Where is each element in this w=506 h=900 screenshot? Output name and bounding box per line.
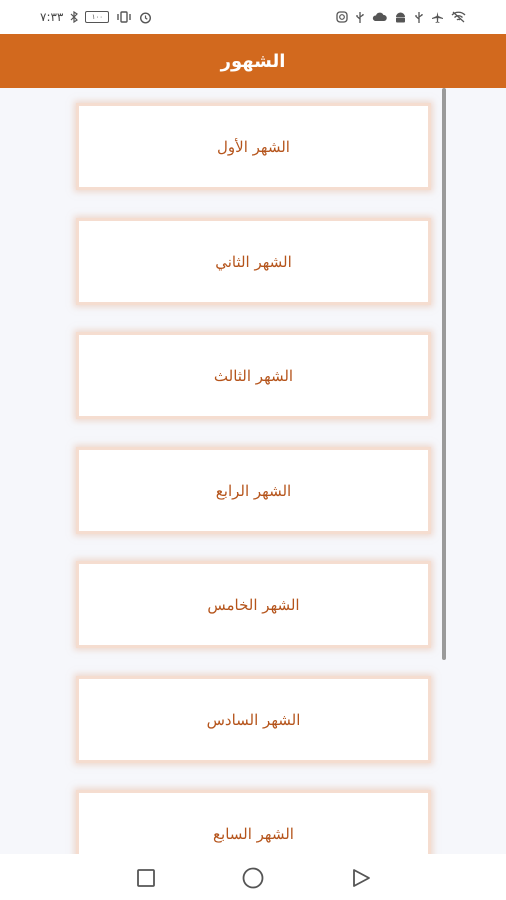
status-right	[336, 11, 466, 24]
app-bar: الشهور	[0, 34, 506, 88]
month-label: الشهر السادس	[206, 710, 301, 729]
month-card-4[interactable]: الشهر الرابع	[76, 447, 431, 534]
instagram-icon	[336, 11, 348, 23]
month-card-6[interactable]: الشهر السادس	[76, 676, 431, 763]
battery-icon: ١٠٠	[85, 11, 110, 23]
page-title: الشهور	[220, 50, 286, 72]
month-label: الشهر الثالث	[213, 366, 294, 385]
android-icon	[394, 11, 407, 23]
scrollbar[interactable]	[442, 88, 446, 660]
recent-apps-icon[interactable]	[134, 866, 158, 890]
month-card-2[interactable]: الشهر الثاني	[76, 218, 431, 305]
month-label: الشهر السابع	[213, 824, 294, 843]
bluetooth-icon	[70, 11, 79, 23]
wifi-off-icon	[451, 11, 466, 23]
month-label: الشهر الرابع	[215, 481, 292, 500]
cloud-icon	[372, 12, 387, 22]
vibrate-icon	[116, 11, 132, 23]
airplane-icon	[431, 11, 444, 24]
month-card-5[interactable]: الشهر الخامس	[76, 561, 431, 648]
month-card-3[interactable]: الشهر الثالث	[76, 332, 431, 419]
month-label: الشهر الأول	[217, 137, 290, 156]
month-card-1[interactable]: الشهر الأول	[76, 103, 431, 190]
back-icon[interactable]	[349, 866, 373, 890]
month-label: الشهر الثاني	[215, 252, 292, 271]
months-list-container[interactable]: الشهر الأول الشهر الثاني الشهر الثالث ال…	[0, 88, 506, 854]
month-card-7[interactable]: الشهر السابع	[76, 790, 431, 854]
home-icon[interactable]	[241, 866, 265, 890]
month-label: الشهر الخامس	[207, 595, 300, 614]
clock: ٧:٣٣	[40, 10, 64, 24]
alarm-icon	[139, 11, 152, 24]
usb-icon	[414, 11, 424, 24]
system-nav-bar	[0, 854, 506, 900]
status-left: ٧:٣٣ ١٠٠	[40, 10, 152, 24]
battery-level: ١٠٠	[91, 13, 104, 21]
usb-icon	[355, 11, 365, 24]
status-bar: ٧:٣٣ ١٠٠	[0, 0, 506, 34]
